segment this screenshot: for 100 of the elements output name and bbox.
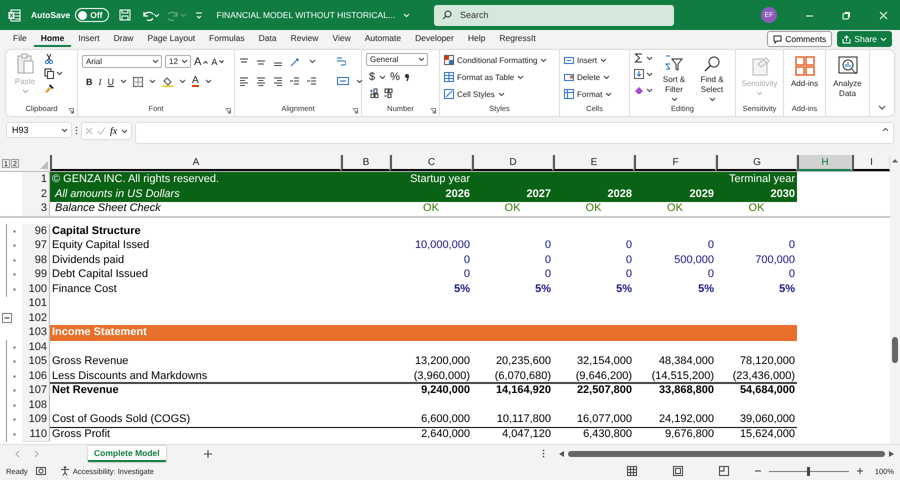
zoom-in-icon[interactable] <box>856 468 863 474</box>
decrease-decimal-icon[interactable] <box>383 88 393 98</box>
caret-icon[interactable] <box>540 58 548 62</box>
row-header[interactable]: 99 <box>22 267 50 282</box>
sheet-cell[interactable]: 4,047,120 <box>472 426 553 442</box>
more-options-icon[interactable] <box>75 126 78 135</box>
increase-decimal-icon[interactable] <box>369 88 379 98</box>
percent-button[interactable]: % <box>390 71 400 83</box>
check-icon[interactable] <box>97 127 106 135</box>
normal-view-icon[interactable] <box>626 466 637 476</box>
caret-icon[interactable] <box>379 74 386 80</box>
caret-icon[interactable] <box>179 79 186 84</box>
add-sheet-icon[interactable] <box>204 450 212 458</box>
wrap-text-icon[interactable] <box>336 56 346 67</box>
ribbon-tab[interactable]: Page Layout <box>140 31 202 47</box>
ribbon-menu-button[interactable]: Format <box>564 88 612 100</box>
caret-icon[interactable] <box>56 71 63 76</box>
caret-icon[interactable] <box>121 128 128 134</box>
caret-icon[interactable] <box>204 79 212 84</box>
font-size-dropdown[interactable]: 12 <box>165 55 191 68</box>
sheet-cell[interactable]: 0 <box>634 267 716 282</box>
sheet-cell[interactable]: 0 <box>390 267 472 282</box>
ribbon-menu-button[interactable]: Cell Styles <box>444 88 548 100</box>
caret-icon[interactable] <box>646 72 653 76</box>
underline-button[interactable]: U <box>108 76 114 86</box>
sheet-cell[interactable]: 2030 <box>716 186 797 202</box>
sheet-cell[interactable]: Capital Structure <box>50 224 341 239</box>
collapse-ribbon-icon[interactable] <box>878 105 886 110</box>
align-left-icon[interactable] <box>239 76 249 86</box>
sheet-cell[interactable]: Dividends paid <box>50 252 341 268</box>
sheet-cell[interactable]: OK <box>472 201 553 216</box>
ribbon-tab[interactable]: Automate <box>358 31 408 47</box>
row-header[interactable]: 103 <box>22 325 50 340</box>
undo-icon[interactable] <box>140 9 152 21</box>
ribbon-tab[interactable]: File <box>6 31 34 47</box>
sheet-cell[interactable]: 0 <box>472 267 553 282</box>
ribbon-tab[interactable]: Help <box>460 31 492 47</box>
merge-center-icon[interactable] <box>337 76 349 86</box>
caret-icon[interactable] <box>708 97 716 102</box>
caret-icon[interactable] <box>605 92 612 96</box>
more-options-icon[interactable] <box>542 449 545 458</box>
caret-icon[interactable] <box>646 88 653 92</box>
zoom-out-icon[interactable] <box>754 468 761 474</box>
sheet-cell[interactable]: 0 <box>716 267 797 282</box>
sheet-cell[interactable]: (3,960,000) <box>390 368 472 384</box>
borders-icon[interactable] <box>133 76 143 86</box>
caret-icon[interactable] <box>517 74 524 80</box>
sheet-cell[interactable]: 0 <box>553 252 634 268</box>
caret-icon[interactable] <box>356 78 363 84</box>
sheet-cell[interactable]: 13,200,000 <box>390 354 472 370</box>
sheet-cell[interactable]: 5% <box>553 282 634 297</box>
decrease-font-size-button[interactable]: A <box>211 56 224 66</box>
sheet-cell[interactable]: 2,640,000 <box>390 426 472 442</box>
ribbon-tab[interactable]: Data <box>252 31 284 47</box>
ribbon-tab[interactable]: RegressIt <box>492 31 543 47</box>
sheet-cell[interactable]: 16,077,000 <box>553 412 634 428</box>
sheet-cell[interactable]: 2028 <box>553 186 634 202</box>
sheet-cell[interactable]: 48,384,000 <box>634 354 716 370</box>
page-layout-icon[interactable] <box>672 466 683 476</box>
font-color-button[interactable]: A <box>192 76 199 87</box>
sheet-cell[interactable]: 0 <box>634 238 716 254</box>
ribbon-button[interactable]: Find & Select <box>695 53 729 104</box>
sheet-cell[interactable]: OK <box>716 201 797 216</box>
ribbon-button[interactable]: Sort & Filter <box>657 53 691 104</box>
outline-toggle-icon[interactable] <box>2 312 12 322</box>
sheet-cell[interactable]: 20,235,600 <box>472 354 553 370</box>
zoom-slider-thumb[interactable] <box>807 466 810 476</box>
name-box[interactable]: H93 <box>6 122 72 138</box>
dialog-launcher-icon[interactable] <box>68 108 74 114</box>
row-header[interactable]: 96 <box>22 224 50 239</box>
sheet-cell[interactable]: 0 <box>553 267 634 282</box>
caret-icon[interactable] <box>309 59 316 64</box>
sheet-cell[interactable]: 0 <box>553 238 634 254</box>
scroll-right-icon[interactable] <box>889 450 894 456</box>
number-format-dropdown[interactable]: General <box>366 53 428 66</box>
sheet-cell[interactable]: 2027 <box>472 186 553 202</box>
currency-button[interactable]: $ <box>369 71 376 83</box>
sheet-cell[interactable]: OK <box>553 201 634 216</box>
row-header[interactable]: 1 <box>22 172 50 188</box>
sheet-cell[interactable]: (6,070,680) <box>472 368 553 384</box>
row-header[interactable]: 97 <box>22 238 50 254</box>
sheet-cell[interactable]: OK <box>634 201 716 216</box>
share-button[interactable]: Share <box>837 31 892 47</box>
caret-icon[interactable] <box>670 97 678 102</box>
ribbon-menu-button[interactable]: Insert <box>564 54 612 66</box>
sheet-cell[interactable]: 5% <box>390 282 472 297</box>
sheet-cell[interactable]: 9,676,800 <box>634 426 716 442</box>
comments-button[interactable]: Comments <box>767 31 832 47</box>
sheet-cell[interactable]: 5% <box>472 282 553 297</box>
sheet-cell[interactable]: 10,117,800 <box>472 412 553 428</box>
italic-button[interactable]: I <box>98 76 102 86</box>
comma-style-icon[interactable] <box>404 72 410 82</box>
ribbon-tab[interactable]: Draw <box>106 31 140 47</box>
scroll-left-icon[interactable] <box>559 450 564 456</box>
ribbon-menu-button[interactable]: Conditional Formatting <box>444 54 548 66</box>
caret-icon[interactable] <box>149 79 156 84</box>
row-header[interactable]: 3 <box>22 201 50 216</box>
sheet-tab[interactable]: Complete Model <box>88 446 166 462</box>
restore-icon[interactable] <box>842 10 851 20</box>
sheet-cell[interactable]: All amounts in US Dollars <box>50 186 341 202</box>
